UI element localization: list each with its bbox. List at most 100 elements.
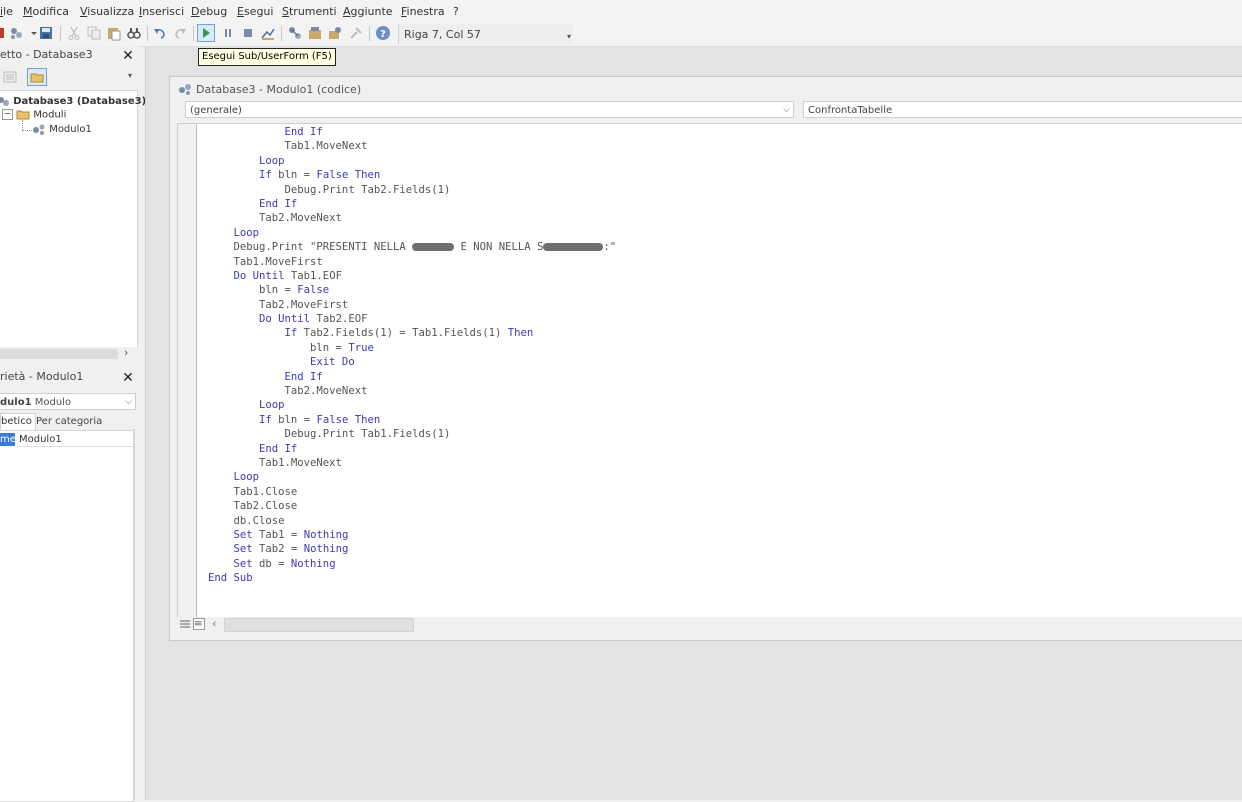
reset-icon[interactable] — [240, 25, 256, 41]
code-keyword: Loop — [208, 226, 260, 239]
pause-icon[interactable] — [220, 25, 236, 41]
code-keyword: Do Until — [208, 269, 291, 282]
code-keyword: Nothing — [303, 543, 349, 556]
toggle-folders-icon[interactable] — [27, 68, 47, 86]
view-code-icon[interactable] — [2, 69, 18, 85]
code-line[interactable]: db.Close — [208, 514, 616, 528]
code-line[interactable]: Debug.Print Tab1.Fields(1) — [208, 427, 616, 441]
menu-debug[interactable]: Debug — [191, 5, 227, 18]
object-browser-icon[interactable] — [327, 25, 343, 41]
run-tooltip: Esegui Sub/UserForm (F5) — [198, 48, 336, 66]
property-value-cell[interactable]: Modulo1 — [17, 433, 133, 447]
editor-hscroll-thumb[interactable] — [224, 618, 414, 632]
menu-aggiunte[interactable]: Aggiunte — [343, 5, 393, 18]
code-line[interactable]: Loop — [208, 154, 616, 168]
explorer-hscroll-thumb[interactable] — [0, 349, 118, 359]
menu-file[interactable]: ile — [0, 5, 13, 18]
code-text-segment: Debug.Print Tab2.Fields(1) — [208, 183, 451, 196]
project-explorer-icon[interactable] — [287, 25, 303, 41]
indicator-margin[interactable] — [178, 124, 197, 618]
code-line[interactable]: Do Until Tab1.EOF — [208, 269, 616, 283]
code-line[interactable]: Loop — [208, 470, 616, 484]
menu-help[interactable]: ? — [453, 5, 459, 18]
close-icon[interactable]: ✕ — [121, 371, 135, 385]
full-module-view-icon[interactable] — [193, 618, 205, 630]
code-keyword: False — [297, 284, 330, 297]
insert-dropdown-icon[interactable] — [26, 25, 37, 41]
code-line[interactable]: bln = False — [208, 283, 616, 297]
scroll-right-icon[interactable]: › — [124, 346, 128, 359]
explorer-hscroll[interactable]: › — [0, 346, 137, 361]
code-text[interactable]: End If Tab1.MoveNext Loop If bln = False… — [208, 125, 616, 586]
scroll-left-icon[interactable]: ‹ — [212, 617, 216, 630]
code-line[interactable]: Tab2.MoveNext — [208, 384, 616, 398]
menu-inserisci[interactable]: Inserisci — [139, 5, 184, 18]
tab-per-categoria[interactable]: Per categoria — [36, 415, 102, 429]
code-line[interactable]: Set Tab2 = Nothing — [208, 542, 616, 556]
code-editor[interactable]: End If Tab1.MoveNext Loop If bln = False… — [177, 123, 1242, 619]
menu-esegui[interactable]: Esegui — [237, 5, 273, 18]
code-line[interactable]: End Sub — [208, 571, 616, 585]
code-line[interactable]: End If — [208, 370, 616, 384]
code-line[interactable]: If bln = False Then — [208, 168, 616, 182]
toolbox-icon[interactable] — [348, 25, 364, 41]
toolbar-grip-icon[interactable]: ▾ — [567, 32, 571, 41]
menu-modifica[interactable]: Modifica — [23, 5, 69, 18]
save-icon[interactable] — [38, 25, 54, 41]
help-icon[interactable]: ? — [375, 25, 391, 41]
standard-toolbar: ? Riga 7, Col 57 ▾ — [0, 22, 1242, 47]
code-line[interactable]: If Tab2.Fields(1) = Tab1.Fields(1) Then — [208, 326, 616, 340]
code-line[interactable]: bln = True — [208, 341, 616, 355]
tree-node-modulo1[interactable]: Modulo1 — [32, 123, 92, 135]
tree-node-database3[interactable]: Database3 (Database3) — [0, 95, 146, 107]
code-line[interactable]: Set db = Nothing — [208, 557, 616, 571]
run-icon[interactable] — [197, 24, 215, 42]
chevron-down-icon[interactable]: ⌵ — [125, 394, 132, 411]
close-icon[interactable]: ✕ — [121, 49, 135, 63]
properties-title: rietà - Modulo1 — [0, 368, 120, 386]
code-line[interactable]: End If — [208, 125, 616, 139]
copy-icon[interactable] — [86, 25, 102, 41]
code-line[interactable]: Tab2.MoveNext — [208, 211, 616, 225]
cut-icon[interactable] — [66, 25, 82, 41]
code-line[interactable]: Do Until Tab2.EOF — [208, 312, 616, 326]
editor-hscroll[interactable]: ‹ — [177, 617, 1242, 632]
code-line[interactable]: Tab2.MoveFirst — [208, 298, 616, 312]
code-line[interactable]: Loop — [208, 226, 616, 240]
code-line[interactable]: Tab1.MoveNext — [208, 456, 616, 470]
collapse-icon[interactable]: − — [2, 109, 13, 120]
code-line[interactable]: Tab1.MoveFirst — [208, 255, 616, 269]
code-line[interactable]: Tab2.Close — [208, 499, 616, 513]
find-icon[interactable] — [126, 25, 142, 41]
menu-finestra[interactable]: Finestra — [401, 5, 445, 18]
insert-module-icon[interactable] — [8, 25, 24, 41]
code-line[interactable]: Tab1.MoveNext — [208, 139, 616, 153]
explorer-toolbar-grip-icon[interactable]: ▾ — [128, 71, 132, 80]
paste-icon[interactable] — [106, 25, 122, 41]
code-line[interactable]: End If — [208, 197, 616, 211]
design-mode-icon[interactable] — [260, 25, 276, 41]
menu-strumenti[interactable]: Strumenti — [282, 5, 337, 18]
undo-icon[interactable] — [152, 25, 168, 41]
code-line[interactable]: If bln = False Then — [208, 413, 616, 427]
code-line[interactable]: End If — [208, 442, 616, 456]
object-combo[interactable]: (generale) ⌵ — [185, 101, 794, 118]
tree-node-moduli[interactable]: − Moduli — [2, 109, 66, 121]
properties-window-icon[interactable] — [307, 25, 323, 41]
procedure-view-icon[interactable] — [179, 618, 191, 630]
object-select[interactable]: dulo1 Modulo ⌵ — [0, 393, 136, 410]
menu-visualizza[interactable]: Visualizza — [80, 5, 134, 18]
module-icon — [177, 82, 193, 96]
redo-icon[interactable] — [172, 25, 188, 41]
code-line[interactable]: Debug.Print Tab2.Fields(1) — [208, 183, 616, 197]
view-access-icon[interactable] — [0, 25, 6, 41]
procedure-combo[interactable]: ConfrontaTabelle — [803, 101, 1242, 118]
chevron-down-icon[interactable]: ⌵ — [783, 102, 790, 119]
code-line[interactable]: Tab1.Close — [208, 485, 616, 499]
tab-alfabetico[interactable]: betico — [0, 413, 36, 431]
code-line[interactable]: Exit Do — [208, 355, 616, 369]
code-line[interactable]: Set Tab1 = Nothing — [208, 528, 616, 542]
code-line[interactable]: Debug.Print "PRESENTI NELLA E NON NELLA … — [208, 240, 617, 254]
property-name-cell[interactable]: me) — [0, 433, 15, 446]
code-line[interactable]: Loop — [208, 398, 616, 412]
